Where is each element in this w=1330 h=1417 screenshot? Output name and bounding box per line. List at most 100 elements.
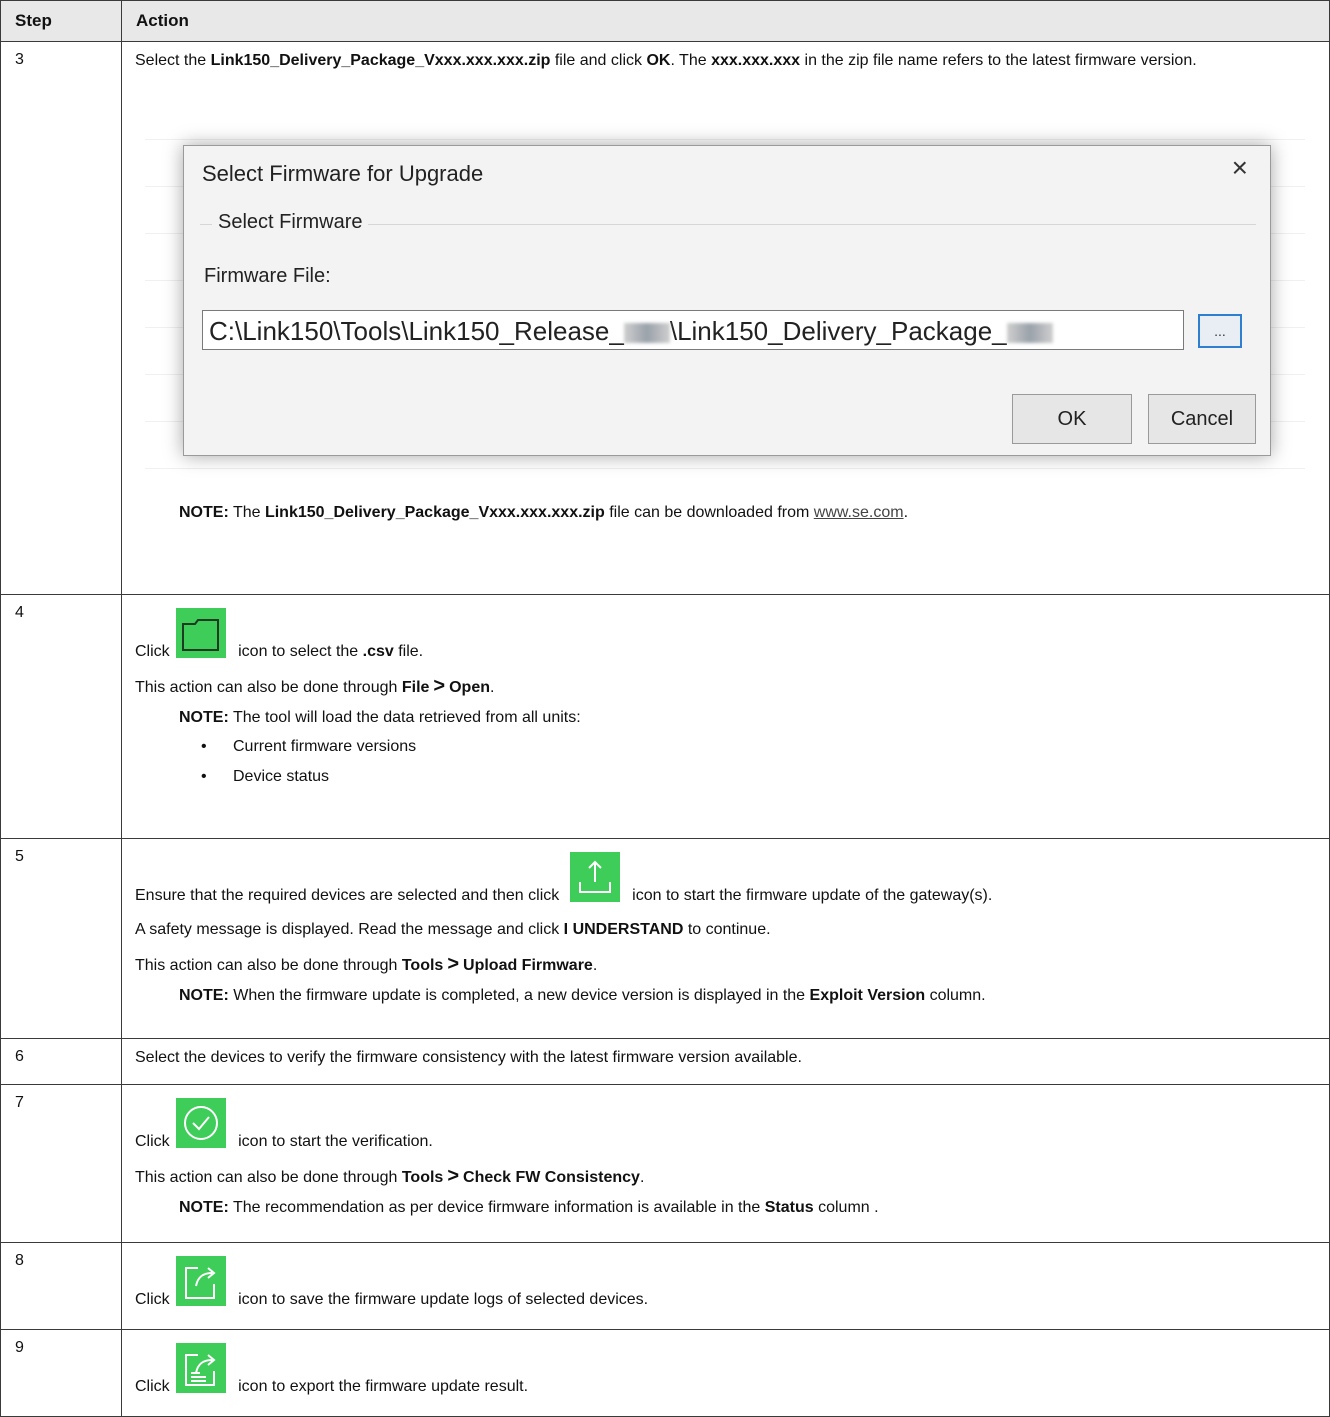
text: The recommendation as per device firmwar…	[228, 1199, 765, 1216]
step-row-5: 5 Ensure that the required devices are s…	[0, 838, 1330, 1039]
step-text: This action can also be done through Too…	[135, 954, 1317, 976]
status-term: Status	[764, 1199, 814, 1216]
redacted-version	[623, 323, 670, 344]
arrow-icon: >	[447, 1165, 460, 1187]
step-text: Select the Link150_Delivery_Package_Vxxx…	[135, 51, 1317, 71]
filename: Link150_Delivery_Package_Vxxx.xxx.xxx.zi…	[210, 52, 551, 69]
close-icon[interactable]: ×	[1232, 154, 1248, 182]
text: The	[228, 504, 265, 521]
note-label: NOTE:	[179, 987, 229, 1004]
text: .	[903, 504, 909, 521]
upload-icon	[569, 852, 620, 902]
text: Click	[135, 643, 170, 660]
note-label: NOTE:	[179, 1199, 229, 1216]
text: This action can also be done through	[135, 957, 402, 974]
version-term: xxx.xxx.xxx	[711, 52, 801, 69]
save-log-icon	[175, 1256, 226, 1306]
note-label: NOTE:	[179, 709, 229, 726]
step-number: 7	[0, 1084, 122, 1243]
step-text: Click icon to start the verification.	[135, 1098, 1317, 1152]
folder-icon	[175, 608, 226, 658]
text: .	[592, 957, 598, 974]
step-text: Click icon to save the firmware update l…	[135, 1256, 1317, 1310]
csv-term: .csv	[362, 643, 394, 660]
menu-tools: Tools	[401, 1169, 444, 1186]
step-text: A safety message is displayed. Read the …	[135, 920, 1317, 940]
ok-term: OK	[646, 52, 671, 69]
arrow-icon: >	[433, 675, 446, 697]
step-action: Click icon to export the firmware update…	[121, 1329, 1330, 1417]
text: Click	[135, 1133, 170, 1150]
step-number: 4	[0, 594, 122, 839]
table-header-row: Step Action	[0, 0, 1330, 42]
path-part: C:\Link150\Tools\Link150_Release_	[209, 316, 624, 346]
step-action: Click icon to select the .csv file. This…	[121, 594, 1330, 839]
note-label: NOTE:	[179, 504, 229, 521]
ok-button[interactable]: OK	[1012, 394, 1132, 444]
list-item: Current firmware versions	[135, 732, 1317, 762]
text: file.	[393, 643, 424, 660]
steps-table: Step Action 3 Select the Link150_Deliver…	[0, 0, 1330, 1417]
text: The tool will load the data retrieved fr…	[228, 709, 581, 726]
step-text: Ensure that the required devices are sel…	[135, 852, 1317, 906]
text: icon to export the firmware update resul…	[233, 1378, 529, 1395]
note: NOTE: The Link150_Delivery_Package_Vxxx.…	[179, 503, 1317, 523]
step-text: Click icon to select the .csv file.	[135, 608, 1317, 662]
menu-open: Open	[449, 679, 490, 696]
path-part: \Link150_Delivery_Package_	[669, 316, 1007, 346]
text: icon to select the	[233, 643, 363, 660]
step-row-6: 6 Select the devices to verify the firmw…	[0, 1038, 1330, 1085]
dialog-screenshot: Select Firmware for Upgrade × Select Fir…	[145, 93, 1305, 489]
text: file and click	[550, 52, 647, 69]
text: Select the	[135, 52, 211, 69]
step-number: 9	[0, 1329, 122, 1417]
firmware-file-input[interactable]: C:\Link150\Tools\Link150_Release_ \Link15…	[202, 310, 1184, 350]
text: icon to save the firmware update logs of…	[233, 1291, 649, 1308]
text: A safety message is displayed. Read the …	[135, 921, 564, 938]
dialog-title: Select Firmware for Upgrade	[202, 161, 484, 186]
export-icon	[175, 1343, 226, 1393]
step-action: Click icon to save the firmware update l…	[121, 1242, 1330, 1330]
step-action: Ensure that the required devices are sel…	[121, 838, 1330, 1039]
step-number: 5	[0, 838, 122, 1039]
text: file can be downloaded from	[604, 504, 814, 521]
text: to continue.	[683, 921, 771, 938]
text: .	[489, 679, 495, 696]
groupbox-label: Select Firmware	[212, 212, 369, 232]
text: in the zip file name refers to the lates…	[800, 52, 1197, 69]
step-text: Click icon to export the firmware update…	[135, 1343, 1317, 1397]
text: column.	[925, 987, 986, 1004]
step-row-8: 8 Click icon to save the firmware update…	[0, 1242, 1330, 1330]
header-step: Step	[0, 0, 122, 42]
list-item: Device status	[135, 762, 1317, 792]
step-row-7: 7 Click icon to start the verification. …	[0, 1084, 1330, 1243]
menu-upload-firmware: Upload Firmware	[463, 957, 593, 974]
step-text: This action can also be done through Too…	[135, 1166, 1317, 1188]
menu-check-fw: Check FW Consistency	[463, 1169, 640, 1186]
text: This action can also be done through	[135, 1169, 402, 1186]
se-com-link[interactable]: www.se.com	[814, 504, 904, 521]
header-action: Action	[121, 0, 1330, 42]
redacted-version	[1006, 323, 1053, 344]
step-number: 6	[0, 1038, 122, 1085]
step-row-4: 4 Click icon to select the .csv file. Th…	[0, 594, 1330, 839]
firmware-file-label: Firmware File:	[204, 265, 331, 287]
step-row-9: 9 Click icon to export the firmware upda…	[0, 1329, 1330, 1417]
step-number: 3	[0, 41, 122, 595]
text: Click	[135, 1291, 170, 1308]
i-understand-term: I UNDERSTAND	[563, 921, 684, 938]
step-text: Select the devices to verify the firmwar…	[135, 1049, 802, 1066]
arrow-icon: >	[447, 953, 460, 975]
note: NOTE: When the firmware update is comple…	[179, 986, 1317, 1006]
text: When the firmware update is completed, a…	[228, 987, 810, 1004]
step-number: 8	[0, 1242, 122, 1330]
text: This action can also be done through	[135, 679, 402, 696]
browse-button[interactable]: ...	[1198, 314, 1242, 348]
text: .	[639, 1169, 645, 1186]
note: NOTE: The tool will load the data retrie…	[179, 708, 1317, 728]
exploit-version-term: Exploit Version	[809, 987, 926, 1004]
cancel-button[interactable]: Cancel	[1148, 394, 1256, 444]
menu-file: File	[401, 679, 430, 696]
check-circle-icon	[175, 1098, 226, 1148]
step-action: Click icon to start the verification. Th…	[121, 1084, 1330, 1243]
